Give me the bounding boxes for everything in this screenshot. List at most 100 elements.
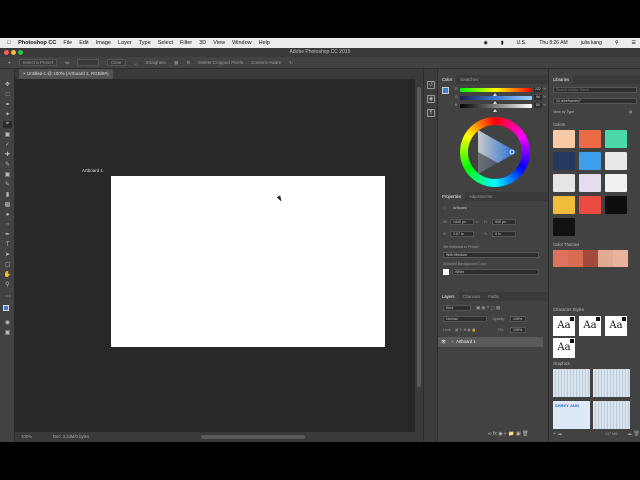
library-color-swatch[interactable] bbox=[553, 218, 575, 236]
color-wheel[interactable] bbox=[460, 117, 530, 187]
battery-icon[interactable]: ▮ bbox=[501, 40, 504, 46]
fill-input[interactable]: 100% bbox=[510, 327, 526, 333]
library-color-swatch[interactable] bbox=[605, 196, 627, 214]
library-color-swatch[interactable] bbox=[605, 152, 627, 170]
color-theme-strip[interactable] bbox=[553, 250, 628, 267]
lasso-tool-icon[interactable]: ⚭ bbox=[3, 101, 12, 108]
library-color-swatch[interactable] bbox=[605, 174, 627, 192]
pen-tool-icon[interactable]: ✒ bbox=[3, 231, 12, 238]
tab-adjustments[interactable]: Adjustments bbox=[465, 194, 496, 199]
library-color-swatch[interactable] bbox=[553, 174, 575, 192]
history-brush-tool-icon[interactable]: ✎ bbox=[3, 181, 12, 188]
color-themes-header[interactable]: Color Themes bbox=[553, 242, 579, 247]
library-color-swatch[interactable] bbox=[553, 152, 575, 170]
search-icon[interactable]: ⚲ bbox=[615, 40, 619, 46]
apple-icon[interactable]:  bbox=[7, 40, 11, 46]
libraries-settings-icons[interactable]: ☁ 🗑 bbox=[627, 431, 640, 437]
character-style-tile[interactable]: Aa bbox=[605, 316, 627, 336]
artboard-label[interactable]: Artboard 1 bbox=[82, 168, 103, 173]
menu-edit[interactable]: Edit bbox=[79, 40, 88, 46]
zoom-tool-icon[interactable]: ⚲ bbox=[3, 281, 12, 288]
link-icon[interactable]: ∞ bbox=[476, 220, 479, 224]
channel-b-slider[interactable] bbox=[460, 104, 532, 108]
menu-image[interactable]: Image bbox=[96, 40, 111, 46]
view-mode-icon[interactable]: ▦ bbox=[629, 110, 632, 114]
zoom-level[interactable]: 100% bbox=[21, 432, 32, 442]
hand-tool-icon[interactable]: ✋ bbox=[3, 271, 12, 278]
tab-channels[interactable]: Channels bbox=[459, 294, 485, 299]
channel-b-handle[interactable] bbox=[493, 109, 497, 112]
layers-footer-icons[interactable]: ∞ fx ◉ ◐ 📁 ▣ 🗑 bbox=[488, 431, 528, 437]
menu-select[interactable]: Select bbox=[158, 40, 173, 46]
delete-cropped-checkbox[interactable]: Delete Cropped Pixels bbox=[198, 60, 243, 65]
character-styles-header[interactable]: Character Styles bbox=[553, 307, 584, 312]
menu-list-icon[interactable]: ☰ bbox=[632, 40, 636, 46]
foreground-color-chip[interactable] bbox=[442, 87, 449, 94]
height-input[interactable]: 900 px bbox=[492, 219, 516, 225]
character-style-tile[interactable]: Aa bbox=[553, 316, 575, 336]
settings-icon[interactable]: ⚙ bbox=[186, 60, 190, 66]
character-style-tile[interactable]: Aa bbox=[553, 338, 575, 358]
straighten-icon[interactable]: ◡ bbox=[134, 60, 138, 66]
library-color-swatch[interactable] bbox=[579, 174, 601, 192]
layer-row[interactable]: 👁 › Artboard 1 bbox=[438, 337, 543, 347]
swap-icon[interactable]: ⇆ bbox=[65, 60, 69, 66]
zoom-window-button[interactable] bbox=[18, 50, 23, 55]
graphic-thumbnail[interactable] bbox=[593, 401, 630, 429]
library-color-swatch[interactable] bbox=[579, 130, 601, 148]
channel-r-value[interactable]: 222 bbox=[534, 87, 542, 92]
menu-help[interactable]: Help bbox=[259, 40, 270, 46]
library-color-swatch[interactable] bbox=[605, 130, 627, 148]
type-tool-icon[interactable]: T bbox=[3, 241, 12, 248]
frame-tool-icon[interactable]: ▣ bbox=[3, 131, 12, 138]
reset-icon[interactable]: ↻ bbox=[289, 60, 293, 66]
bg-color-swatch[interactable] bbox=[443, 269, 449, 275]
library-select[interactable]: 14-wireframes? bbox=[553, 98, 637, 104]
bg-color-select[interactable]: White bbox=[452, 269, 539, 275]
tab-properties[interactable]: Properties bbox=[438, 192, 466, 201]
crop-tool-icon[interactable]: ⌖ bbox=[3, 121, 12, 128]
doc-info[interactable]: Doc: 3.34M/0 bytes bbox=[53, 432, 89, 442]
expand-arrow-icon[interactable]: › bbox=[448, 339, 453, 344]
graphic-thumbnail[interactable] bbox=[593, 369, 630, 397]
brush-tool-icon[interactable]: ✎ bbox=[3, 161, 12, 168]
dodge-tool-icon[interactable]: ○ bbox=[3, 221, 12, 228]
scrollbar-thumb[interactable] bbox=[417, 87, 421, 387]
menu-view[interactable]: View bbox=[213, 40, 225, 46]
graphic-thumbnail[interactable]: SHREY JAIN bbox=[553, 401, 590, 429]
width-input[interactable]: 1440 px bbox=[450, 219, 474, 225]
history-panel-icon[interactable]: ↺ bbox=[427, 81, 435, 89]
input-source[interactable]: U.S. bbox=[517, 40, 527, 46]
library-color-swatch[interactable] bbox=[579, 152, 601, 170]
tab-libraries[interactable]: Libraries bbox=[549, 75, 574, 84]
clear-button[interactable]: Clear bbox=[106, 59, 126, 66]
gradient-tool-icon[interactable]: ▩ bbox=[3, 201, 12, 208]
tab-layers[interactable]: Layers bbox=[438, 292, 459, 301]
more-tools-icon[interactable]: ⋯ bbox=[3, 293, 12, 300]
tab-swatches[interactable]: Swatches bbox=[456, 77, 482, 82]
wifi-icon[interactable]: ◉ bbox=[483, 40, 487, 46]
grid-overlay-icon[interactable]: ▦ bbox=[174, 60, 178, 66]
color-triangle[interactable] bbox=[468, 125, 522, 179]
path-select-tool-icon[interactable]: ➤ bbox=[3, 251, 12, 258]
lock-icons[interactable]: ▩ ✎ ✥ ▣ 🔒 bbox=[455, 328, 476, 332]
move-tool-icon[interactable]: ✥ bbox=[3, 81, 12, 88]
menu-type[interactable]: Type bbox=[139, 40, 151, 46]
menu-3d[interactable]: 3D bbox=[199, 40, 206, 46]
channel-g-slider[interactable] bbox=[460, 96, 532, 100]
graphic-thumbnail[interactable] bbox=[553, 369, 590, 397]
tab-color[interactable]: Color bbox=[438, 75, 457, 84]
crop-height-input[interactable] bbox=[76, 59, 99, 66]
layer-name[interactable]: Artboard 1 bbox=[454, 339, 476, 344]
menu-app-name[interactable]: Photoshop CC bbox=[18, 40, 56, 46]
channel-g-value[interactable]: 96 bbox=[534, 95, 542, 100]
library-color-swatch[interactable] bbox=[553, 130, 575, 148]
close-window-button[interactable] bbox=[4, 50, 9, 55]
library-color-swatch[interactable] bbox=[553, 196, 575, 214]
clock[interactable]: Thu 8:26 AM bbox=[539, 40, 567, 46]
document-tab[interactable]: × Untitled-1 @ 100% (Artboard 1, RGB/8#) bbox=[19, 69, 113, 79]
clone-stamp-tool-icon[interactable]: ▣ bbox=[3, 171, 12, 178]
menu-layer[interactable]: Layer bbox=[118, 40, 132, 46]
channel-b-value[interactable]: 80 bbox=[534, 103, 542, 108]
view-by-select[interactable]: View by Type bbox=[553, 110, 574, 114]
